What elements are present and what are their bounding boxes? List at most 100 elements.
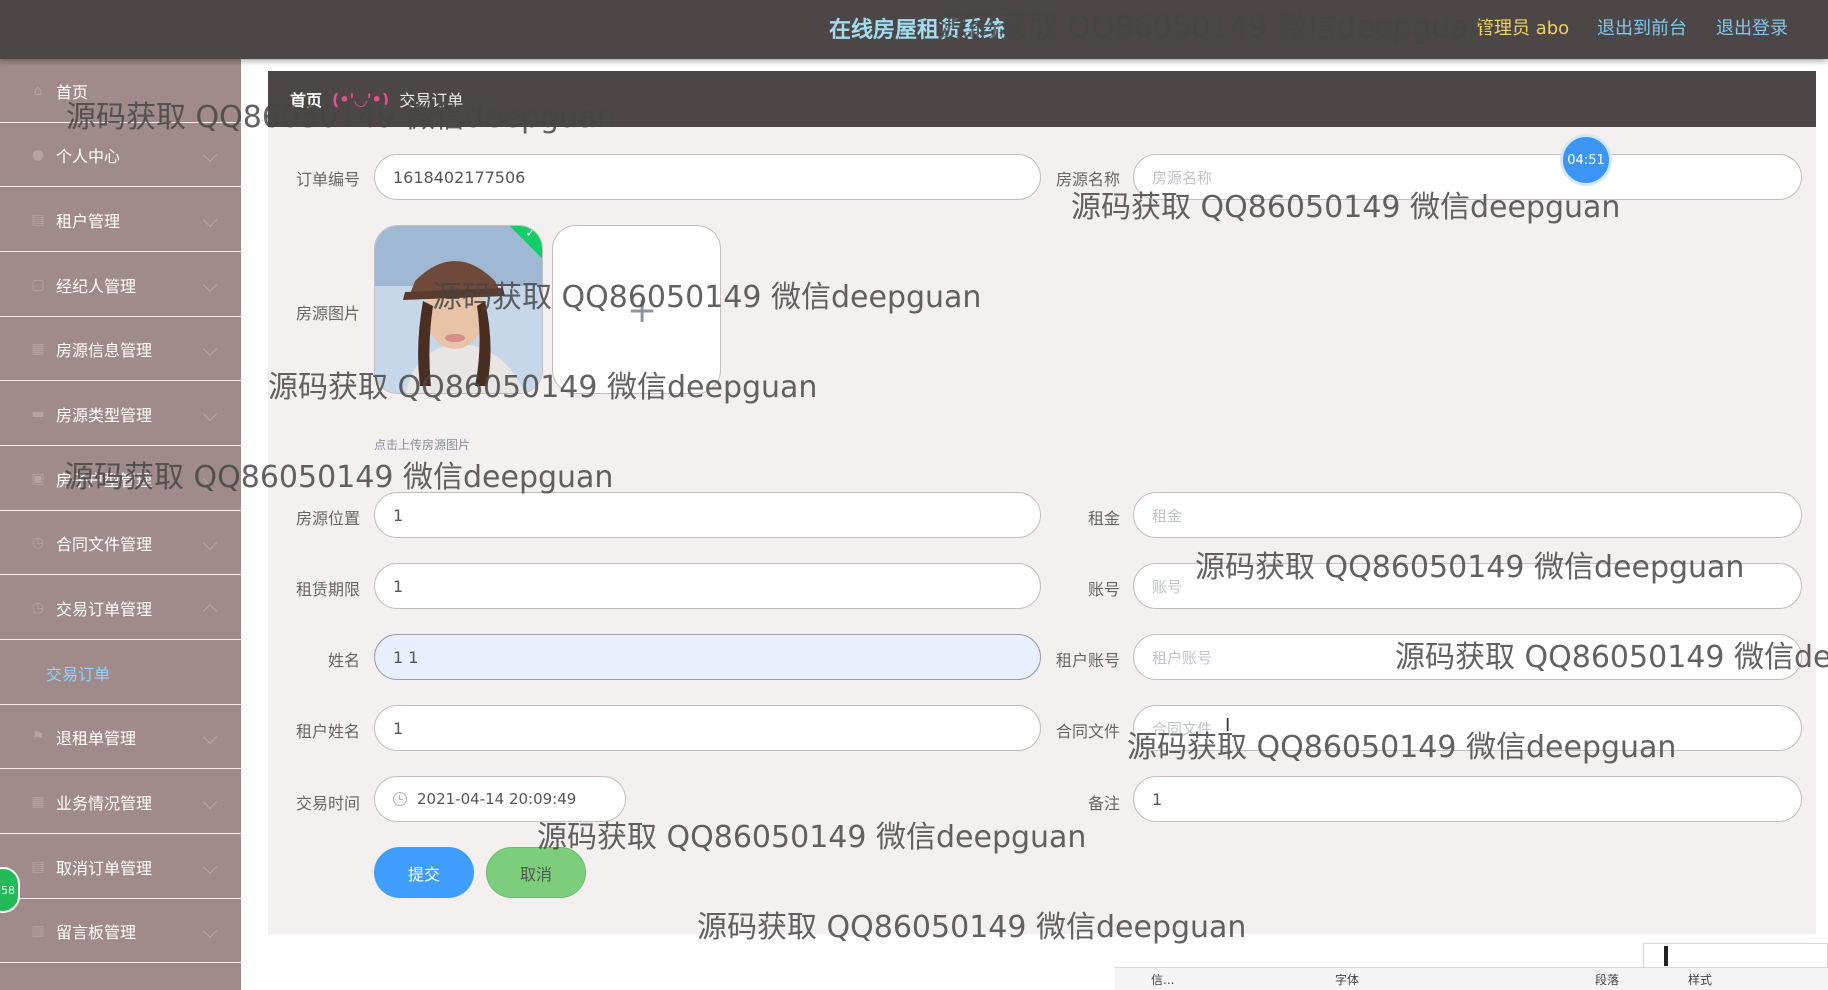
sidebar-item-business[interactable]: ▦ 业务情况管理 [0,770,241,834]
sidebar-item-label: 房源类型管理 [56,405,153,425]
chevron-down-icon [202,794,218,809]
grid-icon: ▦ [31,793,45,810]
sidebar-item-label: 业务情况管理 [56,793,153,813]
word-toolbar-item: 样式 [1688,973,1713,987]
account-label: 账号 [1087,580,1120,599]
sidebar-item-label: 租户管理 [56,211,121,231]
house-image-thumbnail[interactable]: ✓ [374,225,543,394]
flag-icon: ⚑ [31,728,45,745]
chevron-down-icon [202,212,218,227]
box-icon: ▢ [31,276,45,293]
house-name-input[interactable]: 房源名称 [1133,154,1802,200]
word-toolbar-strip [1643,943,1828,969]
briefcase-icon: ▣ [31,470,45,487]
list-icon: ▤ [31,211,45,228]
sidebar-item-orders[interactable]: ◷ 交易订单管理 [0,576,241,640]
breadcrumb-home[interactable]: 首页 [290,87,322,111]
sidebar-item-profile[interactable]: ● 个人中心 [0,123,241,187]
sidebar-item-label: 个人中心 [56,146,121,166]
logout-link[interactable]: 退出登录 [1716,14,1788,40]
upload-image-button[interactable]: + [552,225,721,394]
chevron-down-icon [202,147,218,162]
tenant-name-label: 租户姓名 [295,722,360,741]
system-title: 在线房屋租赁系统 [829,18,1006,43]
trade-time-value: 2021-04-14 20:09:49 [417,790,577,808]
sidebar-item-messages[interactable]: ▥ 留言板管理 [0,899,241,963]
admin-user-label: 管理员 abo [1476,18,1570,39]
check-icon: ✓ [525,226,536,241]
home-icon: ⌂ [33,82,43,99]
house-image-label: 房源图片 [295,304,360,323]
doc-icon: ▦ [31,340,45,357]
location-input[interactable]: 1 [374,492,1041,538]
doc-icon: ▤ [31,858,45,875]
tenant-account-input[interactable]: 租户账号 [1133,634,1802,680]
sidebar-subitem-label: 交易订单 [46,664,111,684]
text-cursor-icon: I [1225,715,1231,736]
sidebar-item-home[interactable]: ⌂ 首页 [0,59,241,123]
sidebar-subitem-orders[interactable]: 交易订单 [0,641,241,705]
sidebar-item-label: 房子户型管理 [56,470,153,490]
sidebar-item-house-types[interactable]: ▬ 房源类型管理 [0,382,241,446]
chevron-down-icon [202,341,218,356]
house-name-label: 房源名称 [1055,170,1120,189]
chevron-down-icon [202,277,218,292]
breadcrumb: 首页 (•'◡'•) 交易订单 [268,71,1816,127]
monitor-icon: ▬ [31,405,45,422]
text-caret [1664,946,1668,966]
chevron-down-icon [202,729,218,744]
sidebar-item-label: 房源信息管理 [56,340,153,360]
name-input[interactable]: 1 1 [374,634,1041,680]
top-navbar: 在线房屋租赁系统 管理员 abo 退出到前台 退出登录 [0,0,1828,59]
chevron-down-icon [202,923,218,938]
word-toolbar: 信... 字体 段落 样式 [1115,967,1828,990]
order-no-label: 订单编号 [295,170,360,189]
trade-time-picker[interactable]: 2021-04-14 20:09:49 [374,776,626,822]
sidebar-item-agents[interactable]: ▢ 经纪人管理 [0,253,241,317]
breadcrumb-separator: (•'◡'•) [332,89,390,109]
word-toolbar-item: 信... [1151,973,1175,987]
chevron-down-icon [202,406,218,421]
contract-label: 合同文件 [1055,722,1120,741]
sidebar-item-layouts[interactable]: ▣ 房子户型管理 [0,447,241,511]
sidebar-item-cancel-orders[interactable]: ▤ 取消订单管理 [0,835,241,899]
order-no-input[interactable]: 1618402177506 [374,154,1041,200]
sidebar-item-label: 首页 [56,82,89,102]
recording-timer-badge: 04:51 [1560,134,1612,186]
chevron-down-icon [202,859,218,874]
sidebar-item-tenants[interactable]: ▤ 租户管理 [0,188,241,252]
sidebar-item-label: 取消订单管理 [56,858,153,878]
breadcrumb-current: 交易订单 [399,91,464,110]
term-input[interactable]: 1 [374,563,1041,609]
sidebar-item-house-info[interactable]: ▦ 房源信息管理 [0,317,241,381]
submit-button[interactable]: 提交 [374,847,474,898]
user-icon: ● [31,146,45,163]
sidebar-item-checkout[interactable]: ⚑ 退租单管理 [0,705,241,769]
sidebar-item-label: 合同文件管理 [56,534,153,554]
plus-icon: + [627,290,658,331]
word-toolbar-item: 段落 [1595,973,1620,987]
name-label: 姓名 [327,651,360,670]
chart-icon: ▥ [31,922,45,939]
sidebar-item-label: 留言板管理 [56,922,137,942]
tenant-name-input[interactable]: 1 [374,705,1041,751]
sidebar-item-label: 经纪人管理 [56,276,137,296]
remark-label: 备注 [1087,794,1120,813]
trade-time-label: 交易时间 [295,794,360,813]
tenant-account-label: 租户账号 [1055,651,1120,670]
account-input[interactable]: 账号 [1133,563,1802,609]
clock-icon: ◷ [31,534,45,551]
sidebar-item-contracts[interactable]: ◷ 合同文件管理 [0,511,241,575]
rent-label: 租金 [1087,509,1120,528]
location-label: 房源位置 [295,509,360,528]
chevron-up-icon [202,603,218,618]
sidebar: ⌂ 首页 ● 个人中心 ▤ 租户管理 ▢ 经纪人管理 ▦ 房源信息管理 ▬ 房源… [0,59,241,990]
chevron-down-icon [202,471,218,486]
remark-input[interactable]: 1 [1133,776,1802,822]
sidebar-item-label: 交易订单管理 [56,599,153,619]
contract-input[interactable]: 合同文件 [1133,705,1802,751]
exit-to-front-link[interactable]: 退出到前台 [1597,14,1687,40]
rent-input[interactable]: 租金 [1133,492,1802,538]
clock-icon [393,792,407,806]
cancel-button[interactable]: 取消 [486,847,586,898]
